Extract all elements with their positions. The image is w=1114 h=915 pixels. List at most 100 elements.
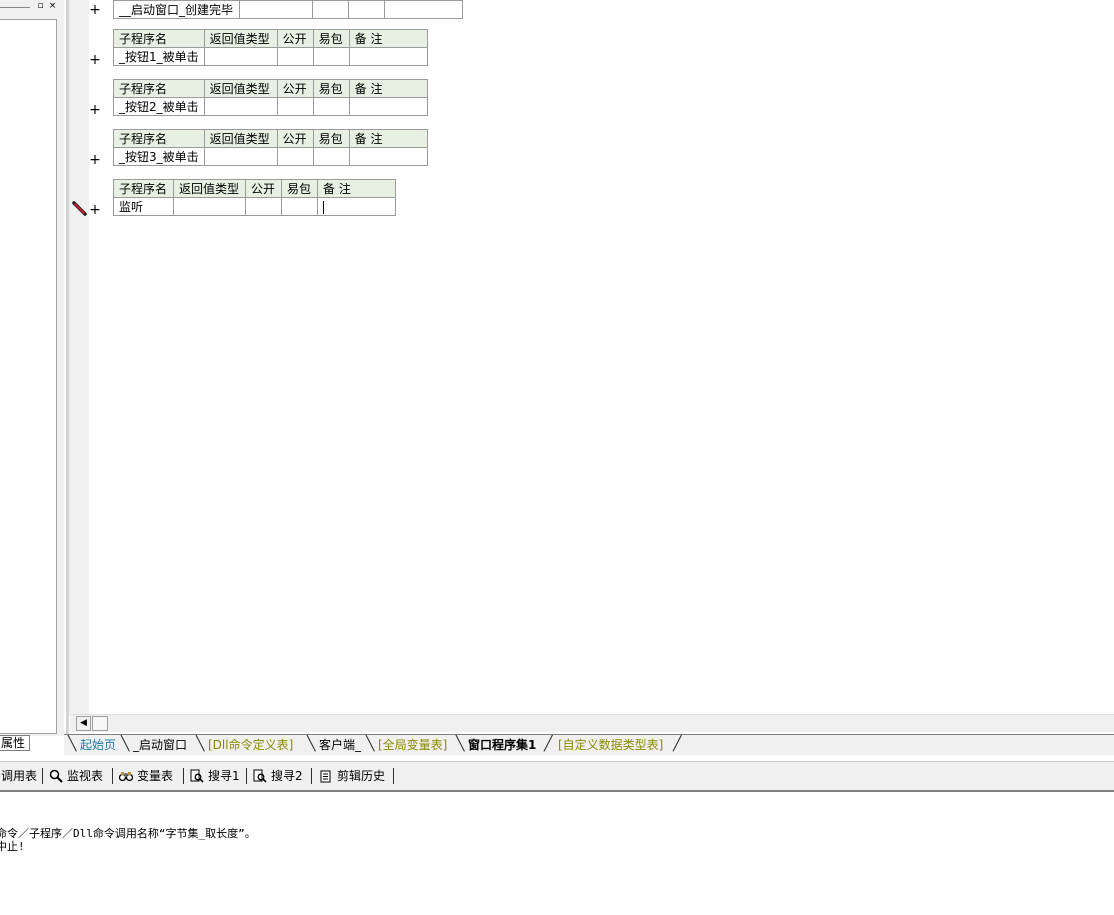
remarks-cell[interactable] [348,147,428,166]
scroll-thumb[interactable] [92,716,108,731]
return-type-cell[interactable] [239,0,313,19]
easy-pack-cell[interactable] [312,97,350,116]
header-return-type: 返回值类型 [203,29,278,48]
header-name: 子程序名 [113,179,174,198]
header-public: 公开 [245,179,282,198]
output-panel: 命令／子程序／Dll命令调用名称“字节集_取长度”。 中止! [0,792,1114,915]
remarks-cell[interactable] [317,197,396,216]
tab-separator: ╲ [196,736,205,752]
bottom-toolbar: 调用表 监视表 变量表 搜寻1 搜寻2 剪辑历史 [0,761,1114,792]
tab-client[interactable]: 客户端_ [319,736,361,754]
tab-custom-data-types[interactable]: [自定义数据类型表] [558,736,663,754]
toolbar-separator [246,768,247,784]
tab-dll-commands[interactable]: [Dll命令定义表] [208,736,293,754]
header-name: 子程序名 [113,29,205,48]
header-remarks: 备 注 [348,29,428,48]
pencil-icon [72,201,87,216]
header-public: 公开 [276,79,314,98]
tab-start-page[interactable]: 起始页 [80,736,116,754]
scroll-left-icon[interactable]: ◀ [76,716,91,731]
call-table-button[interactable]: 调用表 [1,767,37,785]
magnifier-icon [49,769,63,783]
tab-startup-window[interactable]: _启动窗口 [133,736,187,754]
public-cell[interactable] [276,97,314,116]
expand-icon[interactable]: + [89,103,101,117]
header-easy-pack: 易包 [312,29,350,48]
expand-icon[interactable]: + [89,53,101,67]
toolbar-separator [183,768,184,784]
easy-pack-cell[interactable] [312,47,350,66]
header-return-type: 返回值类型 [173,179,246,198]
text-caret [323,200,324,214]
close-icon[interactable]: × [48,2,57,11]
titlebar-line [0,7,30,8]
easy-pack-cell[interactable] [312,147,350,166]
clipboard-icon [320,770,331,783]
variable-table-label: 变量表 [137,769,174,783]
public-cell[interactable] [312,0,349,19]
expand-icon[interactable]: + [89,203,101,217]
subroutine-table: 子程序名 返回值类型 公开 易包 备 注 _按钮3_被单击 [113,129,428,166]
properties-panel: ▫ × [0,0,64,736]
tab-window-assembly[interactable]: 窗口程序集1 [468,736,536,754]
subroutine-name-cell[interactable]: _按钮3_被单击 [113,147,205,166]
return-type-cell[interactable] [203,147,278,166]
remarks-cell[interactable] [348,47,428,66]
watch-table-button[interactable]: 监视表 [49,767,103,785]
output-line: 中止! [0,840,25,853]
public-cell[interactable] [276,147,314,166]
header-name: 子程序名 [113,79,205,98]
line-gutter [69,0,89,716]
restore-icon[interactable]: ▫ [36,2,45,11]
expand-icon[interactable]: + [89,3,101,17]
remarks-cell[interactable] [384,0,463,19]
header-remarks: 备 注 [348,79,428,98]
header-easy-pack: 易包 [312,79,350,98]
header-easy-pack: 易包 [312,129,350,148]
header-remarks: 备 注 [348,129,428,148]
call-table-label: 调用表 [1,769,38,783]
search-doc-icon [253,769,267,783]
public-cell[interactable] [276,47,314,66]
tab-properties[interactable]: 属性 [0,735,30,751]
return-type-cell[interactable] [203,97,278,116]
search2-label: 搜寻2 [271,769,303,783]
return-type-cell[interactable] [173,197,246,216]
search1-button[interactable]: 搜寻1 [190,767,240,785]
tab-bar: ╲ 起始页 ╲ _启动窗口 ╲ [Dll命令定义表] ╲ 客户端_ ╲ [全局变… [64,734,1114,755]
watch-table-label: 监视表 [67,769,104,783]
tab-separator: ╲ [456,736,465,752]
search-doc-icon [190,769,204,783]
toolbar-separator [42,768,43,784]
panel-content [0,19,57,734]
search2-button[interactable]: 搜寻2 [253,767,303,785]
easy-pack-cell[interactable] [348,0,385,19]
toolbar-separator [311,768,312,784]
tab-separator: ╲ [366,736,375,752]
subroutine-table: 子程序名 返回值类型 公开 易包 备 注 _按钮1_被单击 [113,29,428,66]
expand-icon[interactable]: + [89,153,101,167]
tab-separator: ╲ [307,736,316,752]
horizontal-scrollbar[interactable]: ◀ [70,714,1114,732]
remarks-cell[interactable] [348,97,428,116]
header-easy-pack: 易包 [281,179,318,198]
header-public: 公开 [276,129,314,148]
subroutine-name-cell[interactable]: _按钮1_被单击 [113,47,205,66]
subroutine-name-cell[interactable]: __启动窗口_创建完毕 [113,0,240,19]
subroutine-table: 子程序名 返回值类型 公开 易包 备 注 监听 [113,179,396,216]
subroutine-name-cell[interactable]: _按钮2_被单击 [113,97,205,116]
header-public: 公开 [276,29,314,48]
toolbar-separator [393,768,394,784]
clip-history-button[interactable]: 剪辑历史 [319,767,385,785]
return-type-cell[interactable] [203,47,278,66]
tab-separator: ╱ [673,736,682,752]
panel-titlebar: ▫ × [0,0,64,16]
tab-global-variables[interactable]: [全局变量表] [378,736,447,754]
variable-table-button[interactable]: 变量表 [119,767,173,785]
subroutine-name-cell[interactable]: 监听 [113,197,174,216]
header-remarks: 备 注 [317,179,396,198]
public-cell[interactable] [245,197,282,216]
easy-pack-cell[interactable] [281,197,318,216]
subroutine-table: __启动窗口_创建完毕 [113,0,463,19]
tab-separator: ╱ [544,736,553,752]
